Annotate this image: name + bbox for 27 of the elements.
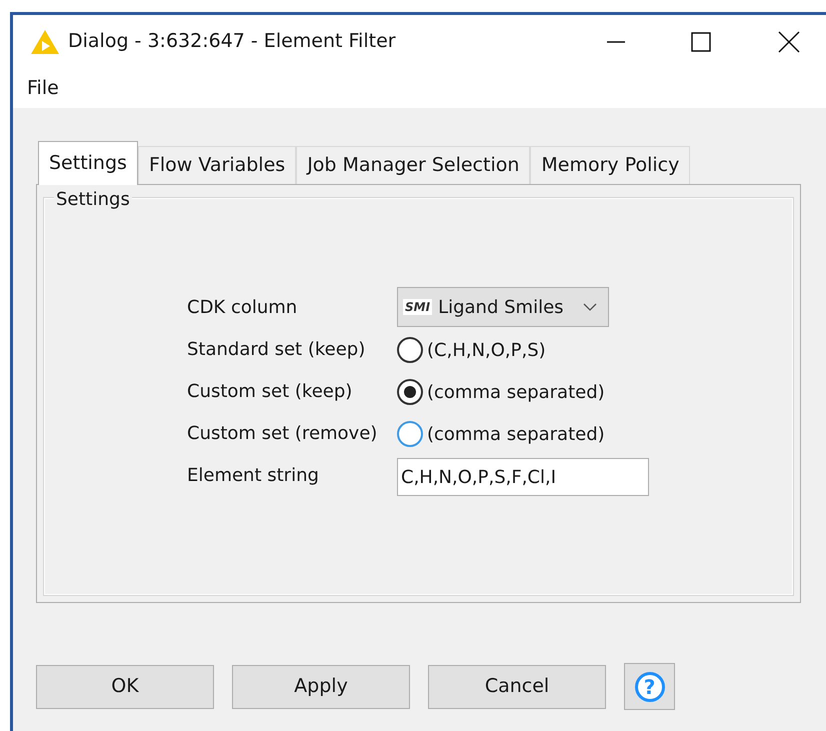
app-logo-icon — [30, 28, 60, 54]
smiles-type-icon: SMI — [403, 299, 432, 315]
close-icon[interactable] — [778, 30, 800, 52]
chevron-down-icon — [583, 303, 597, 311]
element-string-field[interactable]: C,H,N,O,P,S,F,Cl,I — [397, 458, 649, 496]
tab[interactable]: Job Manager Selection — [296, 146, 530, 184]
form-label: CDK column — [187, 296, 298, 320]
tab[interactable]: Flow Variables — [138, 146, 296, 184]
window-title: Dialog - 3:632:647 - Element Filter — [68, 29, 396, 54]
radio-label: (C,H,N,O,P,S) — [427, 338, 546, 362]
form-label: Custom set (remove) — [187, 422, 378, 446]
column-dropdown[interactable]: SMI Ligand Smiles — [397, 287, 609, 327]
radio-label: (comma separated) — [427, 422, 605, 446]
tab[interactable]: Settings — [38, 141, 138, 185]
radio-button[interactable] — [397, 379, 423, 405]
form-label: Element string — [187, 464, 320, 488]
tab[interactable]: Memory Policy — [530, 146, 690, 184]
radio-label: (comma separated) — [427, 380, 605, 404]
radio-button[interactable] — [397, 337, 423, 363]
dialog-button[interactable]: Cancel — [428, 664, 606, 708]
form-label: Standard set (keep) — [187, 338, 366, 362]
dialog-button[interactable]: Apply — [232, 664, 410, 708]
radio-button[interactable] — [397, 421, 423, 447]
form-label: Custom set (keep) — [187, 380, 354, 404]
dialog-button[interactable]: OK — [36, 664, 214, 708]
maximize-icon[interactable] — [691, 32, 711, 52]
menu-item[interactable]: File — [25, 74, 61, 102]
